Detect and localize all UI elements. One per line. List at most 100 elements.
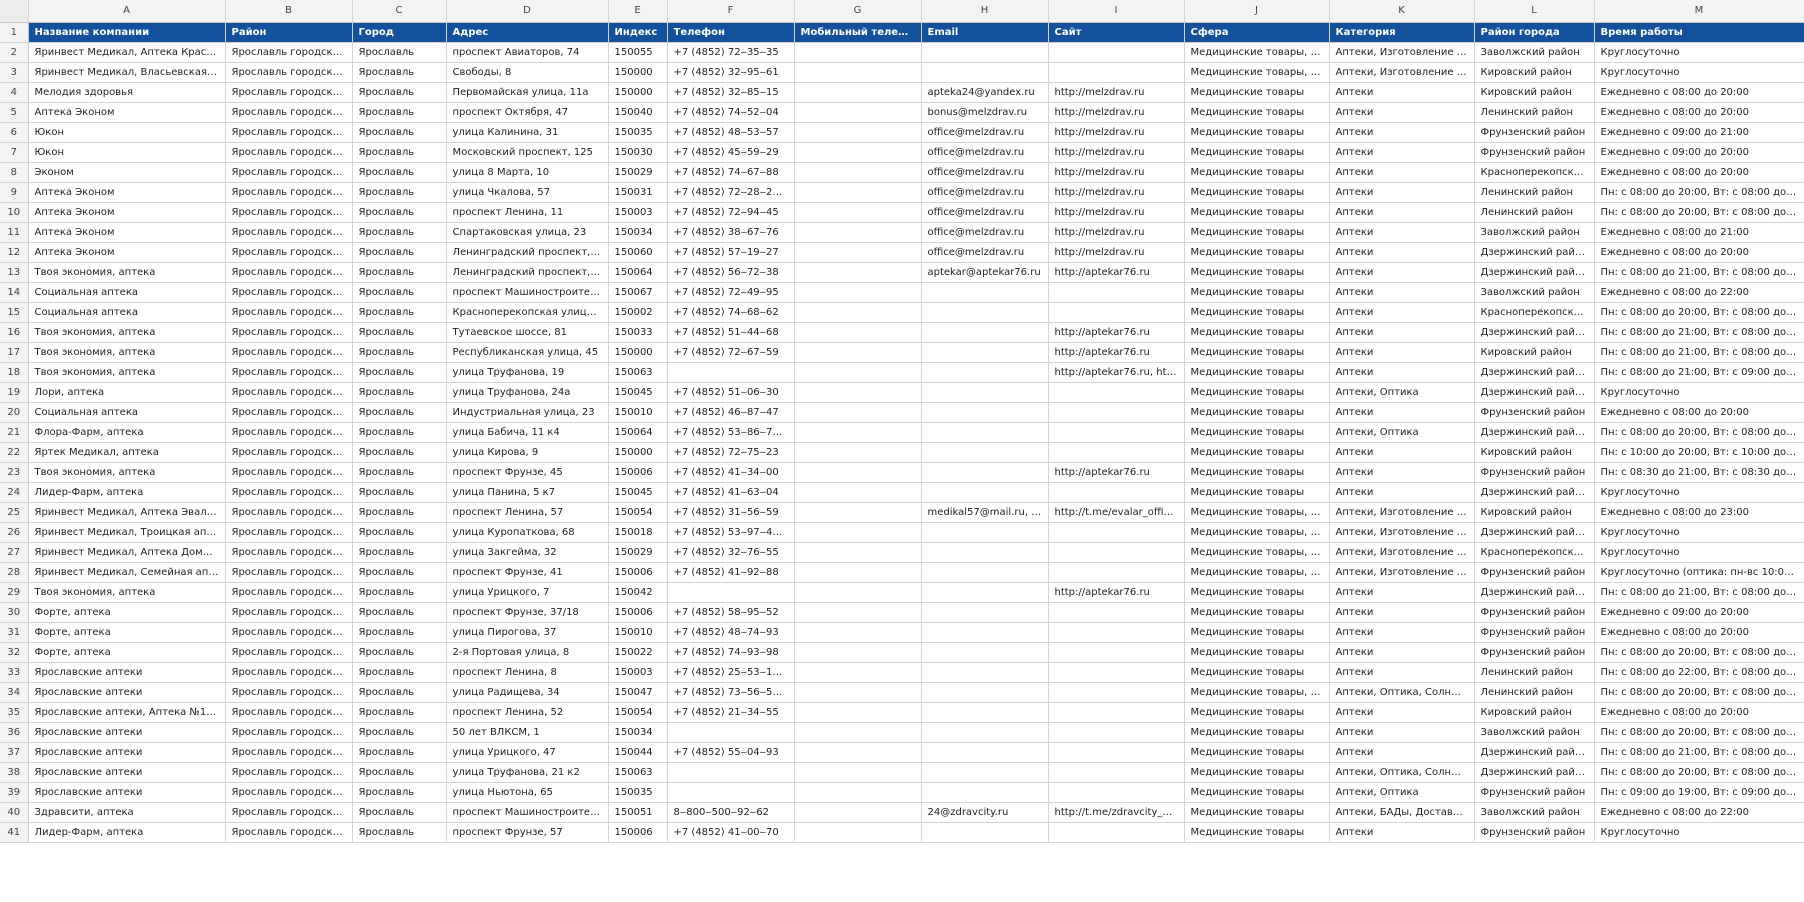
cell[interactable]: Ярославль городской округ xyxy=(225,742,353,763)
header-cell[interactable]: Время работы xyxy=(1594,22,1804,43)
cell[interactable]: Яринвест Медикал, Троицкая аптека xyxy=(28,522,226,543)
cell[interactable]: +7 (4852) 41‒63‒04 xyxy=(667,482,795,503)
cell[interactable]: Ярославль городской округ xyxy=(225,62,353,83)
column-header-m[interactable]: M xyxy=(1594,0,1804,23)
cell[interactable]: 150054 xyxy=(608,702,668,723)
cell[interactable]: Аптеки xyxy=(1329,262,1475,283)
cell[interactable]: улица Ньютона, 65 xyxy=(446,782,609,803)
cell[interactable] xyxy=(794,322,922,343)
cell[interactable] xyxy=(921,302,1049,323)
cell[interactable]: Аптеки, Изготовление лекарств xyxy=(1329,542,1475,563)
cell[interactable]: Ярославские аптеки xyxy=(28,722,226,743)
cell[interactable]: 150051 xyxy=(608,802,668,823)
cell[interactable]: Твоя экономия, аптека xyxy=(28,262,226,283)
cell[interactable]: 150063 xyxy=(608,762,668,783)
cell[interactable]: Ярославль городской округ xyxy=(225,762,353,783)
cell[interactable]: Круглосуточно xyxy=(1594,382,1804,403)
cell[interactable]: Медицинские товары xyxy=(1184,302,1330,323)
cell[interactable]: Ярославль городской округ xyxy=(225,282,353,303)
cell[interactable]: +7 (4852) 46‒87‒47 xyxy=(667,402,795,423)
cell[interactable]: Дзержинский район xyxy=(1474,762,1595,783)
cell[interactable]: apteka24@yandex.ru xyxy=(921,82,1049,103)
cell[interactable]: http://melzdrav.ru xyxy=(1048,122,1185,143)
cell[interactable]: Яринвест Медикал, Семейная аптека xyxy=(28,562,226,583)
cell[interactable]: Аптеки, Оптика, Солнцезащитные очки xyxy=(1329,762,1475,783)
cell[interactable]: Аптека Эконом xyxy=(28,202,226,223)
cell[interactable] xyxy=(1048,662,1185,683)
row-number[interactable]: 7 xyxy=(0,142,29,163)
cell[interactable]: Ярославль xyxy=(352,642,447,663)
cell[interactable] xyxy=(1048,762,1185,783)
cell[interactable]: +7 (4852) 41‒34‒00 xyxy=(667,462,795,483)
cell[interactable]: Дзержинский район xyxy=(1474,382,1595,403)
cell[interactable]: 150045 xyxy=(608,482,668,503)
cell[interactable]: Аптеки, Оптика xyxy=(1329,382,1475,403)
cell[interactable] xyxy=(794,202,922,223)
cell[interactable] xyxy=(794,762,922,783)
cell[interactable]: Красноперекопская улица, 19 xyxy=(446,302,609,323)
cell[interactable]: Медицинские товары xyxy=(1184,762,1330,783)
cell[interactable] xyxy=(794,562,922,583)
cell[interactable]: +7 (4852) 21‒34‒55 xyxy=(667,702,795,723)
cell[interactable] xyxy=(794,362,922,383)
cell[interactable]: Медицинские товары xyxy=(1184,282,1330,303)
cell[interactable]: Ярославль городской округ xyxy=(225,802,353,823)
cell[interactable]: Ежедневно с 08:00 до 20:00 xyxy=(1594,622,1804,643)
cell[interactable]: Медицинские товары xyxy=(1184,342,1330,363)
cell[interactable]: Круглосуточно xyxy=(1594,522,1804,543)
cell[interactable] xyxy=(794,402,922,423)
cell[interactable]: Ярославль xyxy=(352,82,447,103)
cell[interactable]: 150040 xyxy=(608,102,668,123)
cell[interactable]: Ярославль городской округ xyxy=(225,122,353,143)
cell[interactable]: проспект Ленина, 11 xyxy=(446,202,609,223)
cell[interactable]: Дзержинский район xyxy=(1474,242,1595,263)
cell[interactable] xyxy=(1048,602,1185,623)
cell[interactable] xyxy=(1048,782,1185,803)
cell[interactable] xyxy=(667,762,795,783)
cell[interactable]: http://melzdrav.ru xyxy=(1048,222,1185,243)
cell[interactable] xyxy=(1048,542,1185,563)
cell[interactable]: Ярославль xyxy=(352,442,447,463)
cell[interactable]: Ярославль городской округ xyxy=(225,222,353,243)
cell[interactable]: Эконом xyxy=(28,162,226,183)
row-number[interactable]: 11 xyxy=(0,222,29,243)
cell[interactable]: Ярославль городской округ xyxy=(225,142,353,163)
cell[interactable]: 150045 xyxy=(608,382,668,403)
cell[interactable] xyxy=(921,782,1049,803)
cell[interactable]: Здравсити, аптека xyxy=(28,802,226,823)
cell[interactable]: Лидер-Фарм, аптека xyxy=(28,482,226,503)
header-cell[interactable]: Email xyxy=(921,22,1049,43)
cell[interactable]: Ежедневно с 08:00 до 21:00 xyxy=(1594,222,1804,243)
cell[interactable]: Ярославль городской округ xyxy=(225,82,353,103)
cell[interactable]: Ярославские аптеки xyxy=(28,682,226,703)
row-number[interactable]: 8 xyxy=(0,162,29,183)
cell[interactable]: Ежедневно с 09:00 до 21:00 xyxy=(1594,122,1804,143)
cell[interactable]: Твоя экономия, аптека xyxy=(28,342,226,363)
column-header-a[interactable]: A xyxy=(28,0,226,23)
cell[interactable] xyxy=(1048,722,1185,743)
row-number[interactable]: 25 xyxy=(0,502,29,523)
cell[interactable]: 150047 xyxy=(608,682,668,703)
cell[interactable] xyxy=(794,422,922,443)
cell[interactable]: +7 (4852) 31‒56‒59 xyxy=(667,502,795,523)
cell[interactable]: Ярославль xyxy=(352,202,447,223)
cell[interactable]: улица Радищева, 34 xyxy=(446,682,609,703)
cell[interactable]: Аптеки xyxy=(1329,402,1475,423)
row-number[interactable]: 17 xyxy=(0,342,29,363)
cell[interactable] xyxy=(921,42,1049,63)
cell[interactable] xyxy=(921,522,1049,543)
cell[interactable]: 8‒800‒500‒92‒62 xyxy=(667,802,795,823)
header-cell[interactable]: Название компании xyxy=(28,22,226,43)
cell[interactable]: Аптеки, Оптика, Солнцезащитные очки xyxy=(1329,682,1475,703)
cell[interactable]: +7 (4852) 53‒86‒75, +7 (4852) 53‒86‒76 xyxy=(667,422,795,443)
row-number[interactable]: 34 xyxy=(0,682,29,703)
cell[interactable]: 150006 xyxy=(608,462,668,483)
cell[interactable]: +7 (4852) 51‒06‒30 xyxy=(667,382,795,403)
column-header-i[interactable]: I xyxy=(1048,0,1185,23)
cell[interactable] xyxy=(794,682,922,703)
cell[interactable]: Ярославль городской округ xyxy=(225,442,353,463)
cell[interactable]: Ярославль xyxy=(352,582,447,603)
cell[interactable]: Яринвест Медикал, Аптека Эвалар xyxy=(28,502,226,523)
cell[interactable]: medikal57@mail.ru, yarinvest@mail.ru xyxy=(921,502,1049,523)
cell[interactable]: Ярославль xyxy=(352,122,447,143)
